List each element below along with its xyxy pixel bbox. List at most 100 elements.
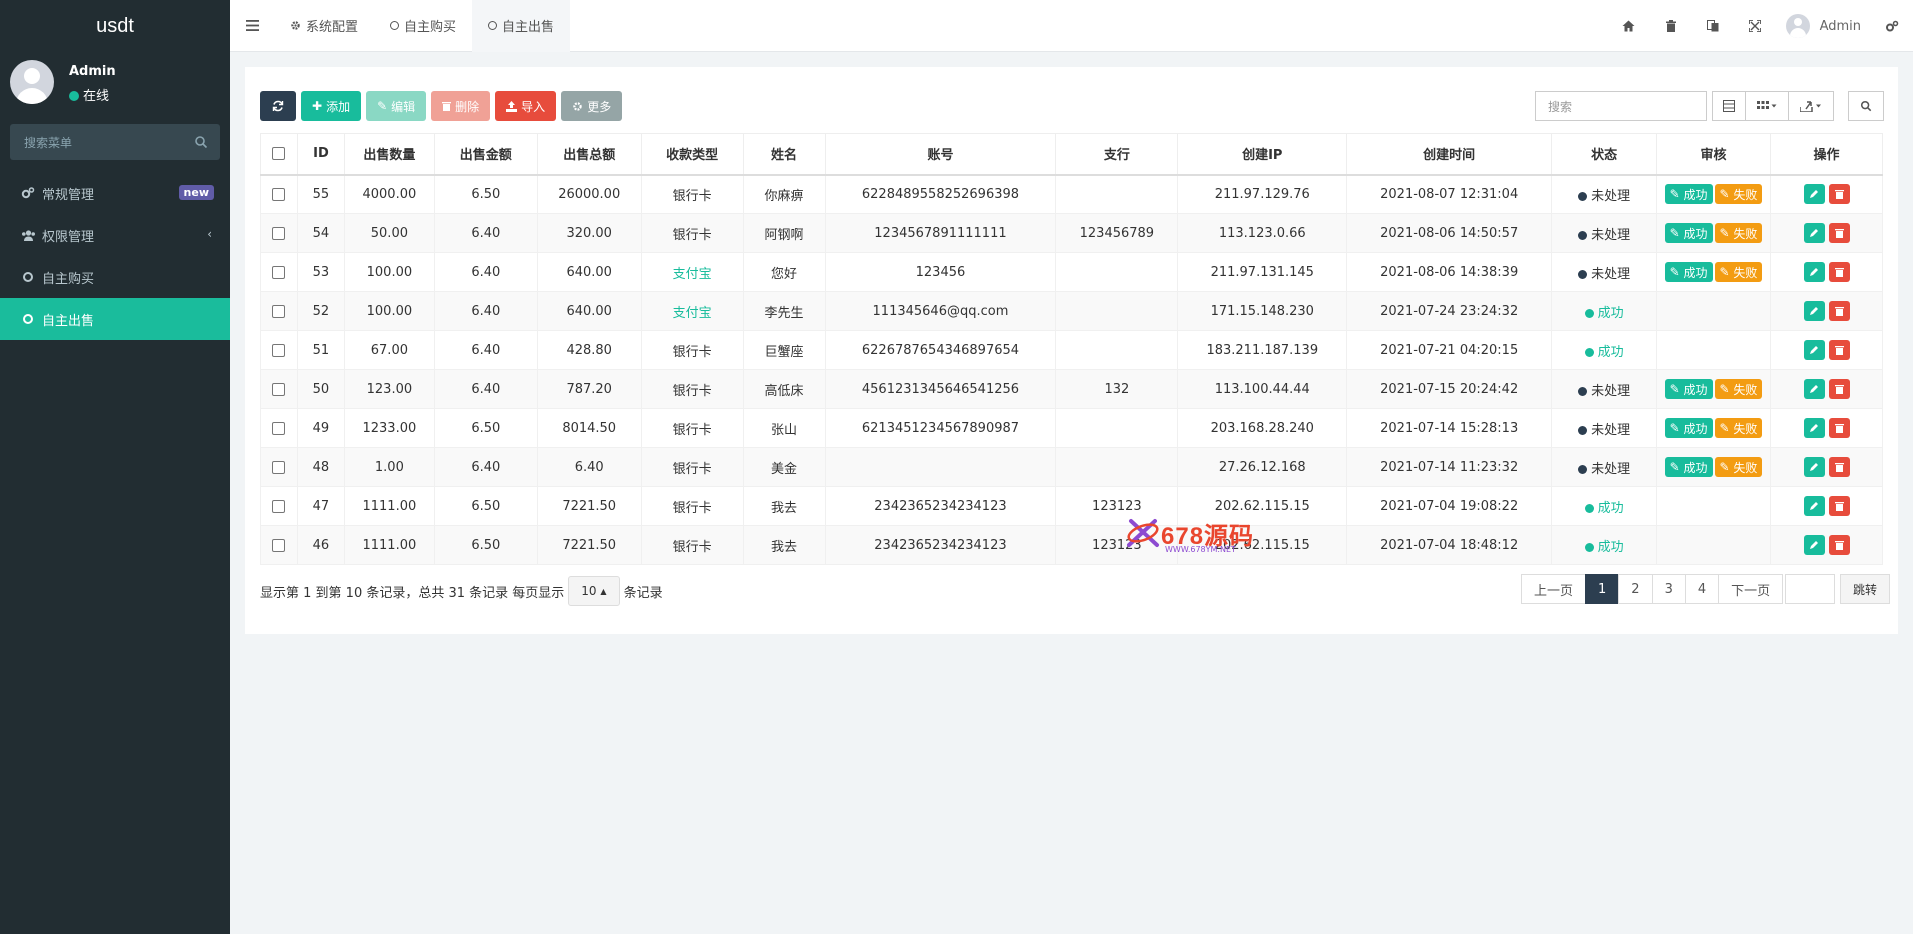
column-header[interactable]: 状态 — [1551, 133, 1658, 176]
column-header[interactable]: 出售数量 — [343, 133, 435, 176]
row-edit-button[interactable] — [1803, 418, 1825, 438]
row-delete-button[interactable] — [1828, 379, 1850, 399]
row-edit-button[interactable] — [1803, 379, 1825, 399]
tab-self-sell[interactable]: 自主出售 — [472, 0, 571, 52]
row-edit-button[interactable] — [1803, 301, 1825, 321]
trash-icon[interactable] — [1650, 0, 1692, 52]
row-delete-button[interactable] — [1828, 457, 1850, 477]
home-icon[interactable] — [1608, 0, 1650, 52]
sidebar-item-self-buy[interactable]: 自主购买 — [0, 256, 230, 298]
translate-icon[interactable] — [1692, 0, 1734, 52]
page-size-select[interactable]: 10 ▲ — [568, 576, 620, 606]
row-delete-button[interactable] — [1828, 340, 1850, 360]
row-delete-button[interactable] — [1828, 262, 1850, 282]
column-header[interactable]: 姓名 — [742, 133, 826, 176]
row-edit-button[interactable] — [1803, 535, 1825, 555]
add-button[interactable]: ✚ 添加 — [301, 91, 362, 121]
edit-button[interactable]: ✎ 编辑 — [366, 91, 427, 121]
refresh-button[interactable] — [260, 91, 296, 121]
import-button[interactable]: 导入 — [495, 91, 557, 121]
row-checkbox[interactable] — [272, 421, 286, 435]
search-icon[interactable] — [194, 135, 208, 149]
row-edit-button[interactable] — [1803, 223, 1825, 243]
reject-button[interactable]: ✎ 失败 — [1714, 418, 1763, 438]
row-checkbox[interactable] — [272, 187, 286, 201]
row-delete-button[interactable] — [1828, 496, 1850, 516]
table-row[interactable]: 53 100.00 6.40 640.00 支付宝 您好 123456 211.97.131.… — [260, 252, 1883, 292]
sidebar-item-self-sell[interactable]: 自主出售 — [0, 298, 230, 340]
menu-toggle-icon[interactable] — [230, 0, 274, 52]
sidebar-search-input[interactable]: 搜索菜单 — [10, 124, 220, 160]
table-row[interactable]: 55 4000.00 6.50 26000.00 银行卡 你麻痹 6228489558252… — [260, 174, 1883, 214]
prev-page-button[interactable]: 上一页 — [1521, 574, 1587, 604]
reject-button[interactable]: ✎ 失败 — [1714, 184, 1763, 205]
table-search-input[interactable]: 搜索 — [1535, 91, 1707, 121]
table-row[interactable]: 54 50.00 6.40 320.00 银行卡 阿钢啊 1234567891111111 1… — [260, 213, 1883, 253]
row-checkbox[interactable] — [272, 265, 286, 279]
row-edit-button[interactable] — [1803, 457, 1825, 477]
row-edit-button[interactable] — [1803, 184, 1825, 205]
row-checkbox[interactable] — [272, 382, 286, 396]
approve-button[interactable]: ✎ 成功 — [1664, 418, 1713, 438]
row-edit-button[interactable] — [1803, 340, 1825, 360]
row-edit-button[interactable] — [1803, 496, 1825, 516]
column-header[interactable]: 支行 — [1055, 133, 1179, 176]
topbar-user-menu[interactable]: Admin — [1776, 14, 1871, 38]
row-checkbox[interactable] — [272, 343, 286, 357]
row-delete-button[interactable] — [1828, 418, 1850, 438]
approve-button[interactable]: ✎ 成功 — [1664, 223, 1713, 243]
column-header[interactable]: 出售金额 — [433, 133, 538, 176]
row-checkbox[interactable] — [272, 460, 286, 474]
sidebar-item-general[interactable]: 常规管理 new — [0, 172, 230, 214]
row-checkbox[interactable] — [272, 304, 286, 318]
table-row[interactable]: 47 1111.00 6.50 7221.50 银行卡 我去 234236523423412… — [260, 486, 1883, 526]
column-header[interactable]: 账号 — [824, 133, 1057, 176]
column-header[interactable]: 创建时间 — [1346, 133, 1553, 176]
row-delete-button[interactable] — [1828, 301, 1850, 321]
page-2-button[interactable]: 2 — [1618, 574, 1653, 604]
row-checkbox[interactable] — [272, 226, 286, 240]
tab-self-buy[interactable]: 自主购买 — [374, 0, 472, 52]
page-1-button[interactable]: 1 — [1585, 574, 1620, 604]
search-button[interactable] — [1848, 91, 1884, 121]
approve-button[interactable]: ✎ 成功 — [1664, 457, 1713, 477]
reject-button[interactable]: ✎ 失败 — [1714, 223, 1763, 243]
fullscreen-icon[interactable] — [1734, 0, 1776, 52]
table-row[interactable]: 50 123.00 6.40 787.20 银行卡 高低床 4561231345646541… — [260, 369, 1883, 409]
next-page-button[interactable]: 下一页 — [1718, 574, 1784, 604]
export-button[interactable] — [1788, 91, 1834, 121]
settings-icon[interactable] — [1871, 0, 1913, 52]
table-row[interactable]: 48 1.00 6.40 6.40 银行卡 美金 27.26.12.168 2021-07-1… — [260, 447, 1883, 487]
row-delete-button[interactable] — [1828, 535, 1850, 555]
jump-button[interactable]: 跳转 — [1840, 574, 1890, 604]
reject-button[interactable]: ✎ 失败 — [1714, 457, 1763, 477]
reject-button[interactable]: ✎ 失败 — [1714, 379, 1763, 399]
row-checkbox[interactable] — [272, 499, 286, 513]
table-row[interactable]: 46 1111.00 6.50 7221.50 银行卡 我去 234236523423412… — [260, 525, 1883, 565]
more-button[interactable]: 更多 — [561, 91, 623, 121]
approve-button[interactable]: ✎ 成功 — [1664, 379, 1713, 399]
select-all-checkbox[interactable] — [272, 147, 286, 161]
column-header[interactable]: 收款类型 — [640, 133, 744, 176]
toggle-view-button[interactable] — [1712, 91, 1746, 121]
app-logo[interactable]: usdt — [0, 0, 230, 52]
columns-button[interactable] — [1745, 91, 1789, 121]
tab-system-config[interactable]: 系统配置 — [274, 0, 374, 52]
jump-page-input[interactable] — [1785, 574, 1835, 604]
row-checkbox[interactable] — [272, 538, 286, 552]
table-row[interactable]: 49 1233.00 6.50 8014.50 银行卡 张山 621345123456789… — [260, 408, 1883, 448]
row-delete-button[interactable] — [1828, 184, 1850, 205]
column-header[interactable]: ID — [296, 133, 345, 176]
column-header[interactable]: 创建IP — [1177, 133, 1348, 176]
approve-button[interactable]: ✎ 成功 — [1664, 262, 1713, 282]
column-header[interactable]: 操作 — [1770, 133, 1883, 176]
table-row[interactable]: 51 67.00 6.40 428.80 银行卡 巨蟹座 62267876543468976… — [260, 330, 1883, 370]
reject-button[interactable]: ✎ 失败 — [1714, 262, 1763, 282]
delete-button[interactable]: 删除 — [431, 91, 491, 121]
page-4-button[interactable]: 4 — [1684, 574, 1720, 604]
sidebar-item-permissions[interactable]: 权限管理 ‹ — [0, 214, 230, 256]
column-header[interactable]: 审核 — [1656, 133, 1772, 176]
row-edit-button[interactable] — [1803, 262, 1825, 282]
approve-button[interactable]: ✎ 成功 — [1664, 184, 1713, 205]
column-header[interactable]: 出售总额 — [536, 133, 642, 176]
